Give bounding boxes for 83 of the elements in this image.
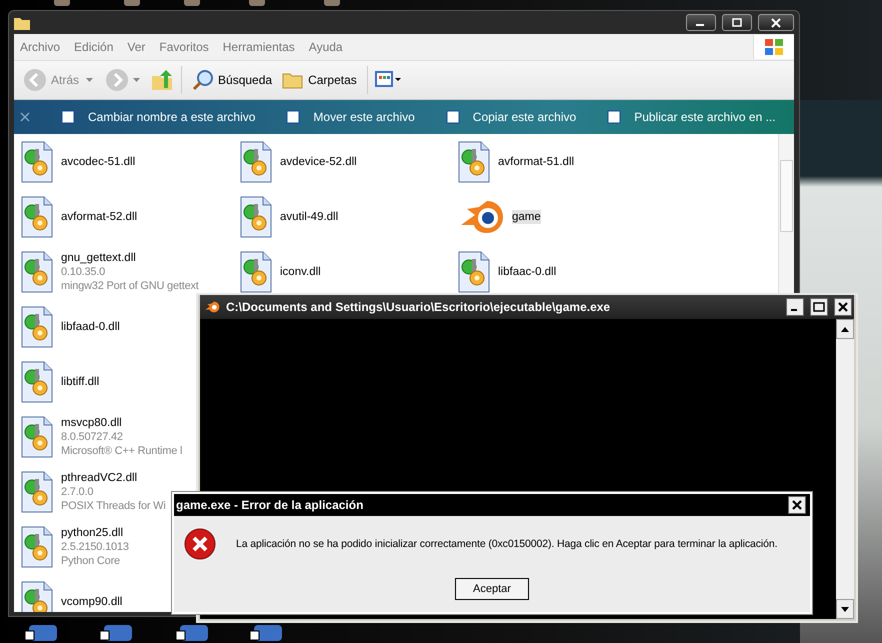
maximize-button[interactable] [810, 298, 828, 316]
file-version: 2.5.2150.1013 [61, 540, 129, 554]
desktop-shortcut-icon[interactable] [25, 625, 59, 641]
file-name[interactable]: avcodec-51.dll [61, 154, 136, 168]
close-icon[interactable] [20, 112, 30, 122]
menu-item[interactable]: Favoritos [159, 40, 209, 54]
desktop-shortcut-icon[interactable] [176, 625, 210, 641]
dll-file-icon [20, 360, 54, 404]
caret-icon[interactable] [86, 78, 94, 82]
maximize-icon [732, 18, 742, 27]
down-arrow-icon [841, 606, 849, 612]
desktop-shortcut-icon[interactable] [100, 625, 134, 641]
dll-file-icon [20, 194, 54, 238]
blender-logo-icon [204, 300, 220, 314]
file-name[interactable]: libfaac-0.dll [498, 264, 556, 278]
close-button[interactable] [788, 496, 806, 514]
file-name[interactable]: iconv.dll [280, 264, 321, 278]
file-name[interactable]: gnu_gettext.dll [61, 250, 136, 264]
minimize-button[interactable] [786, 298, 804, 316]
menu-item[interactable]: Archivo [20, 40, 60, 54]
menu-item[interactable]: Ayuda [308, 40, 343, 54]
dll-file-icon [20, 250, 54, 294]
close-icon [771, 18, 781, 28]
file-description: Microsoft® C++ Runtime l [61, 444, 182, 458]
up-arrow-icon [841, 326, 849, 332]
folders-button[interactable]: Carpetas [279, 68, 360, 92]
error-icon [184, 528, 216, 560]
file-name[interactable]: libtiff.dll [61, 374, 100, 388]
dll-file-icon [20, 304, 54, 348]
task-link[interactable]: Copiar este archivo [444, 109, 576, 125]
menu-item[interactable]: Herramientas [222, 40, 295, 54]
dll-file-icon [20, 524, 54, 568]
menu-item[interactable]: Ver [127, 40, 146, 54]
file-name[interactable]: python25.dll [61, 526, 124, 540]
dialog-title: game.exe - Error de la aplicación [176, 498, 364, 512]
file-name[interactable]: avformat-51.dll [498, 154, 574, 168]
file-name[interactable]: avutil-49.dll [280, 210, 338, 224]
scroll-down-button[interactable] [836, 599, 854, 619]
scroll-up-button[interactable] [836, 319, 854, 339]
views-icon[interactable] [374, 70, 401, 90]
dll-file-icon [457, 140, 491, 184]
file-name[interactable]: game [512, 210, 541, 224]
error-message: La aplicación no se ha podido inicializar correctamente (0xc0150002). Haga clic en Aceptar para terminar la aplicación. [236, 538, 778, 550]
minimize-button[interactable] [686, 14, 716, 31]
dll-file-icon [20, 414, 54, 458]
search-button[interactable]: Búsqueda [189, 67, 276, 93]
dll-file-icon [239, 250, 273, 294]
maximize-button[interactable] [722, 14, 752, 31]
menu-item[interactable]: Edición [74, 40, 114, 54]
folder-icon [14, 16, 30, 30]
file-name[interactable]: pthreadVC2.dll [61, 470, 138, 484]
close-button[interactable] [834, 298, 852, 316]
dll-file-icon [239, 140, 273, 184]
close-button[interactable] [758, 14, 794, 31]
dll-file-icon [239, 194, 273, 238]
dll-file-icon [20, 470, 54, 514]
close-icon [792, 500, 802, 510]
scrollbar-thumb[interactable] [780, 160, 793, 232]
file-description: POSIX Threads for Wi [61, 498, 166, 512]
file-name[interactable]: libfaad-0.dll [61, 320, 120, 334]
file-name[interactable]: vcomp90.dll [61, 594, 122, 608]
dll-file-icon [457, 250, 491, 294]
file-version: 8.0.50727.42 [61, 430, 124, 444]
file-name[interactable]: msvcp80.dll [61, 416, 122, 430]
ok-button[interactable]: Aceptar [455, 578, 529, 600]
file-version: 0.10.35.0 [61, 264, 106, 278]
close-icon [838, 302, 848, 312]
dll-file-icon [20, 580, 54, 612]
caret-icon[interactable] [133, 78, 140, 82]
search-icon [192, 69, 214, 91]
up-folder-icon[interactable] [150, 68, 174, 92]
maximize-icon [813, 302, 825, 312]
dll-file-icon [20, 140, 54, 184]
file-version: 2.7.0.0 [61, 484, 94, 498]
file-description: Python Core [61, 554, 121, 568]
task-link[interactable]: Cambiar nombre a este archivo [60, 109, 256, 125]
desktop-shortcut-icon[interactable] [250, 625, 284, 641]
file-name[interactable]: avformat-52.dll [61, 210, 138, 224]
file-name[interactable]: avdevice-52.dll [280, 154, 357, 168]
task-link[interactable]: Publicar este archivo en ... [606, 109, 776, 125]
file-description: mingw32 Port of GNU gettext [61, 278, 199, 292]
task-link[interactable]: Mover este archivo [285, 109, 415, 125]
window-title: C:\Documents and Settings\Usuario\Escritorio\ejecutable\game.exe [226, 300, 610, 314]
